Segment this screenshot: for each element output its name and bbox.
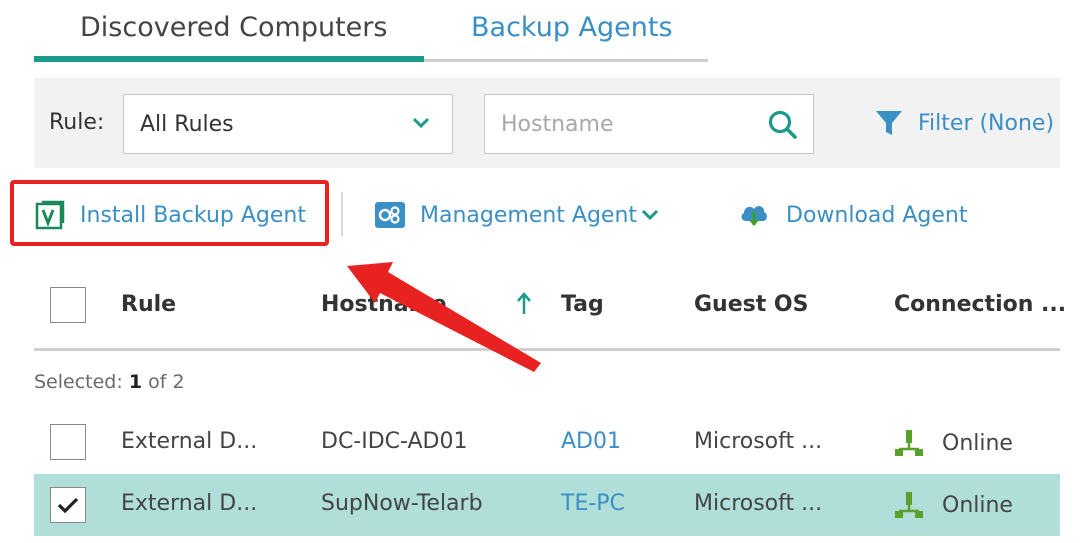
chevron-down-icon: [412, 117, 430, 129]
cell-connection: Online: [894, 491, 1013, 519]
hostname-search: [484, 94, 814, 154]
funnel-icon: [876, 111, 902, 135]
connection-status: Online: [942, 430, 1013, 456]
column-header-connection[interactable]: Connection ...: [894, 292, 1066, 317]
cell-connection: Online: [894, 429, 1013, 457]
cell-guest-os: Microsoft ...: [694, 491, 823, 516]
filter-label: Filter (None): [918, 110, 1055, 136]
tab-bar: Discovered Computers Backup Agents: [34, 0, 708, 62]
cell-rule: External D...: [121, 491, 258, 516]
highlight-box: [10, 180, 329, 246]
row-checkbox-checked[interactable]: [50, 487, 86, 523]
column-header-rule[interactable]: Rule: [121, 292, 176, 317]
selection-summary: Selected: 1 of 2: [34, 371, 185, 393]
rule-label: Rule:: [49, 110, 105, 135]
column-header-guest-os[interactable]: Guest OS: [694, 292, 808, 317]
management-agent-icon: [375, 202, 405, 228]
table-row[interactable]: External D... DC-IDC-AD01 AD01 Microsoft…: [34, 412, 1060, 474]
filter-bar: Rule: All Rules Filter (None): [34, 78, 1060, 168]
search-icon[interactable]: [767, 109, 799, 141]
cell-tag[interactable]: AD01: [561, 429, 621, 454]
checkmark-icon: [57, 497, 79, 514]
connection-status: Online: [942, 492, 1013, 518]
header-divider: [34, 348, 1060, 351]
rule-select[interactable]: All Rules: [123, 94, 453, 154]
cloud-download-icon: [741, 206, 767, 226]
chevron-down-icon: [641, 209, 659, 221]
tab-discovered-computers[interactable]: Discovered Computers: [80, 12, 387, 43]
column-header-tag[interactable]: Tag: [561, 292, 604, 317]
rule-select-value: All Rules: [140, 112, 234, 137]
tab-backup-agents[interactable]: Backup Agents: [471, 12, 673, 43]
active-tab-indicator: [34, 56, 424, 62]
hostname-input[interactable]: [485, 95, 755, 153]
row-checkbox[interactable]: [50, 424, 86, 460]
column-header-hostname[interactable]: Hostname: [321, 292, 447, 317]
cell-hostname: SupNow-Telarb: [321, 491, 483, 516]
cell-tag[interactable]: TE-PC: [561, 491, 625, 516]
selected-label: Selected:: [34, 371, 123, 393]
network-online-icon: [895, 430, 923, 456]
cell-guest-os: Microsoft ...: [694, 429, 823, 454]
management-agent-button[interactable]: Management Agent: [374, 197, 673, 233]
table-row-selected[interactable]: External D... SupNow-Telarb TE-PC Micros…: [34, 474, 1060, 536]
download-agent-button[interactable]: Download Agent: [738, 197, 967, 233]
select-all-checkbox[interactable]: [50, 287, 86, 323]
network-online-icon: [895, 492, 923, 518]
download-agent-label: Download Agent: [786, 202, 968, 228]
filter-button[interactable]: Filter (None): [874, 106, 1054, 140]
selected-of: of 2: [148, 371, 185, 393]
cell-rule: External D...: [121, 429, 258, 454]
cell-hostname: DC-IDC-AD01: [321, 429, 468, 454]
sort-ascending-icon: [517, 292, 531, 314]
management-agent-label: Management Agent: [420, 202, 638, 228]
toolbar-divider: [341, 192, 343, 236]
selected-count: 1: [128, 371, 143, 393]
